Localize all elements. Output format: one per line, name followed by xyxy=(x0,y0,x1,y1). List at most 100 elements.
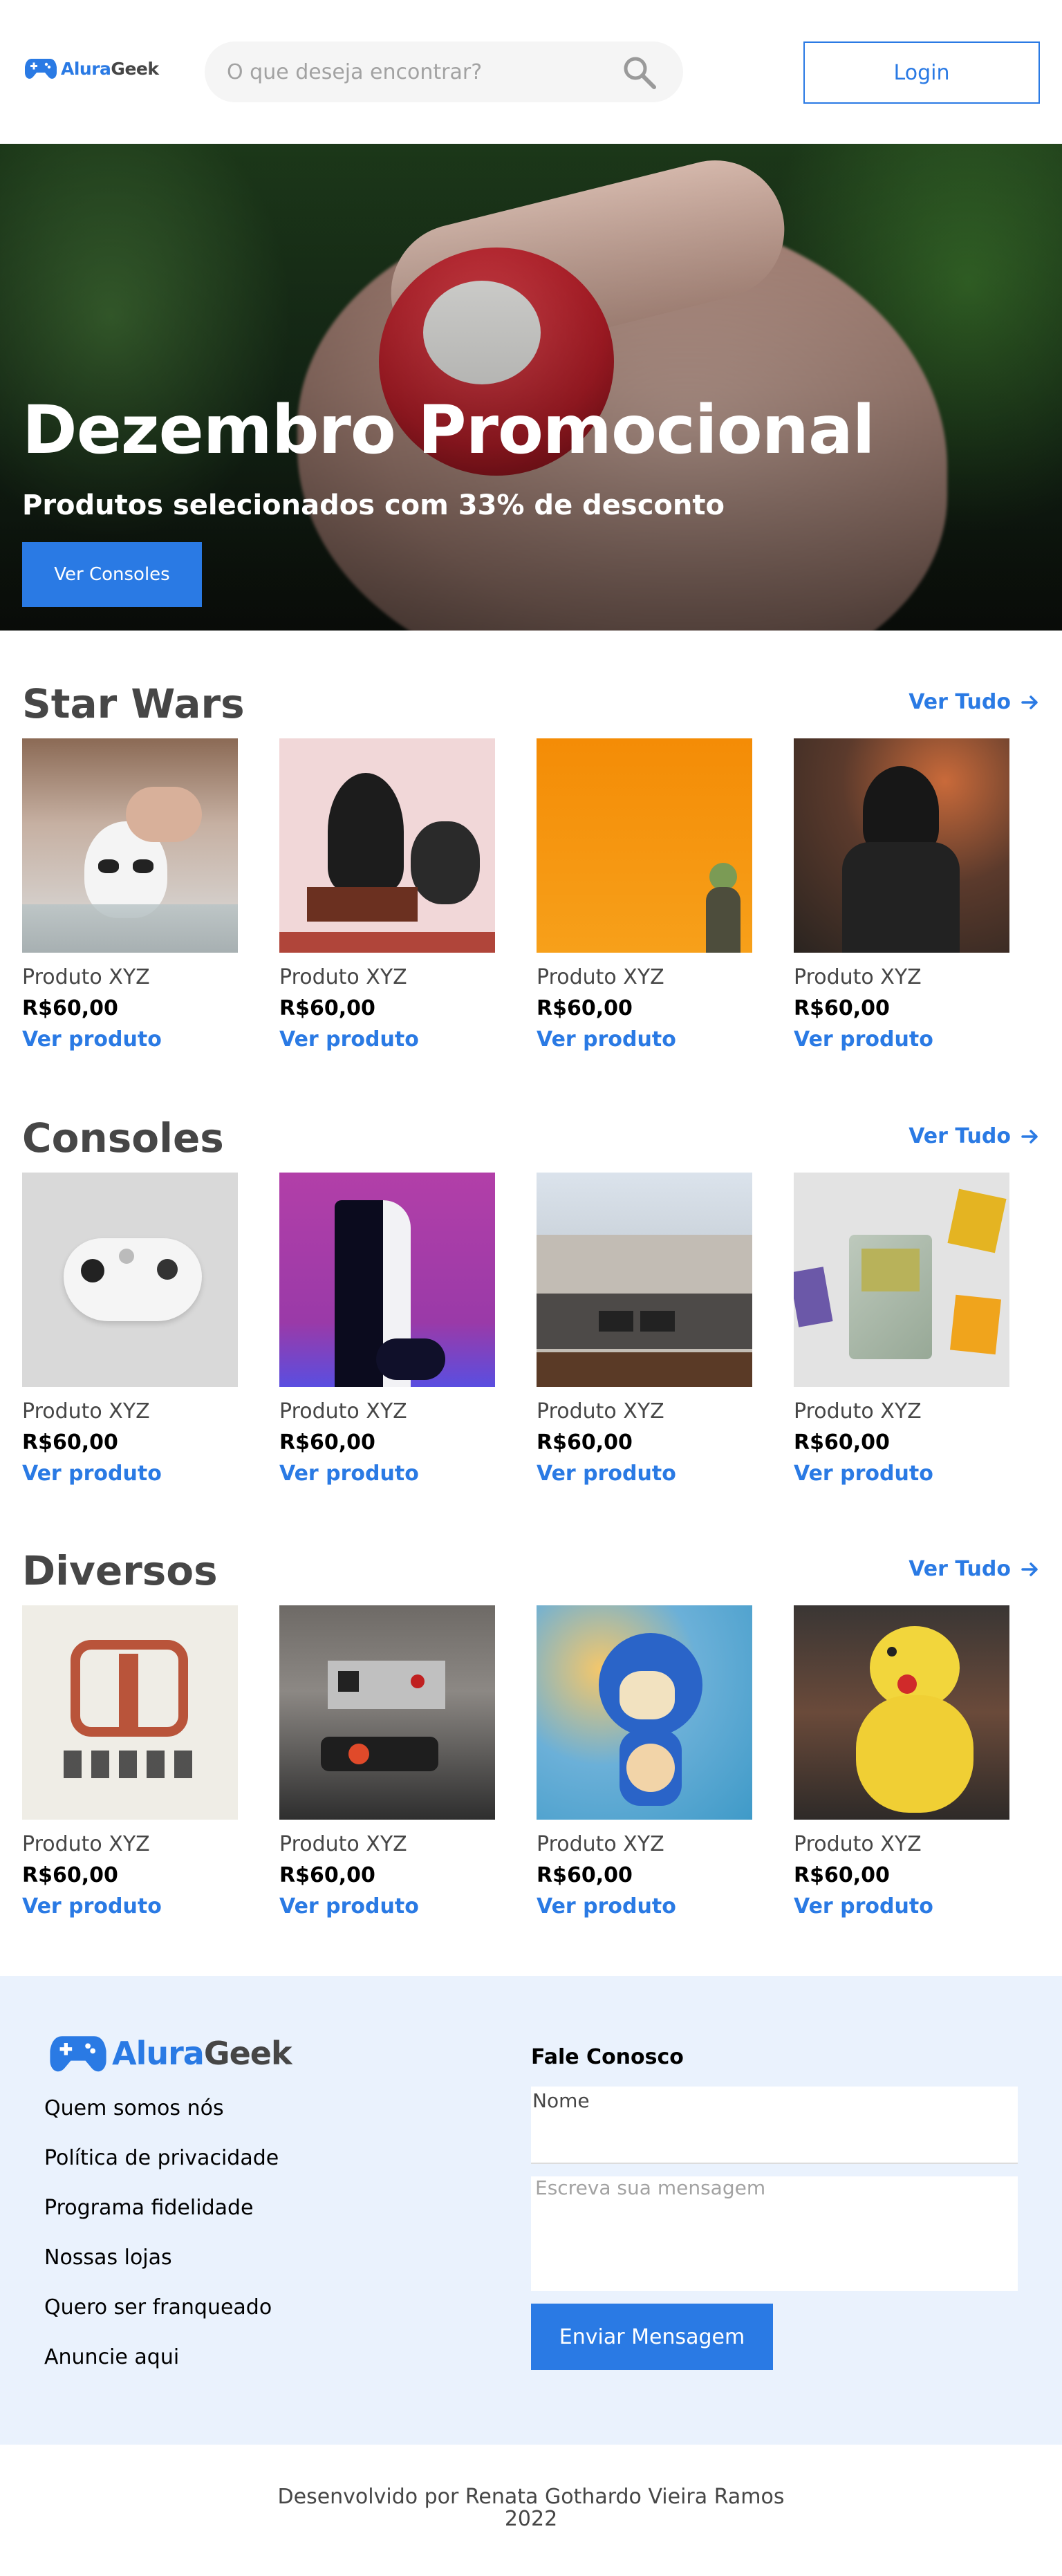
hero-cta-button[interactable]: Ver Consoles xyxy=(22,542,202,607)
product-card: Produto XYZ R$60,00 Ver produto xyxy=(794,738,1009,1052)
product-name: Produto XYZ xyxy=(279,965,407,989)
product-price: R$60,00 xyxy=(279,996,375,1020)
login-button[interactable]: Login xyxy=(803,41,1040,104)
product-name: Produto XYZ xyxy=(537,1832,664,1856)
product-card: Produto XYZ R$60,00 Ver produto xyxy=(22,1605,238,1919)
contact-message-field[interactable] xyxy=(531,2176,1018,2291)
gamepad-icon xyxy=(50,2036,106,2072)
arrow-right-icon xyxy=(1021,1129,1038,1144)
hero-banner: Dezembro Promocional Produtos selecionad… xyxy=(0,144,1062,631)
product-name: Produto XYZ xyxy=(22,1399,150,1424)
section-title: Consoles xyxy=(22,1114,224,1161)
product-image[interactable] xyxy=(279,1173,495,1387)
see-all-link[interactable]: Ver Tudo xyxy=(909,1124,1040,1148)
hero-subtitle: Produtos selecionados com 33% de descont… xyxy=(22,489,725,521)
view-product-link[interactable]: Ver produto xyxy=(537,1462,752,1486)
product-card: Produto XYZ R$60,00 Ver produto xyxy=(537,1605,752,1919)
product-price: R$60,00 xyxy=(537,996,633,1020)
view-product-link[interactable]: Ver produto xyxy=(279,1027,495,1052)
gamepad-icon xyxy=(25,59,57,79)
product-image[interactable] xyxy=(794,738,1009,953)
product-card: Produto XYZ R$60,00 Ver produto xyxy=(537,738,752,1052)
product-price: R$60,00 xyxy=(537,1863,633,1887)
product-image[interactable] xyxy=(537,738,752,953)
product-image[interactable] xyxy=(22,1605,238,1820)
product-name: Produto XYZ xyxy=(279,1399,407,1424)
product-image[interactable] xyxy=(22,738,238,953)
footer-links: Quem somos nós Política de privacidade P… xyxy=(44,2096,279,2395)
product-price: R$60,00 xyxy=(794,1863,890,1887)
send-message-button[interactable]: Enviar Mensagem xyxy=(531,2304,773,2370)
product-image[interactable] xyxy=(794,1173,1009,1387)
footer-link-privacy[interactable]: Política de privacidade xyxy=(44,2146,279,2196)
product-list: Produto XYZ R$60,00 Ver produto Produto … xyxy=(22,1173,1009,1486)
credits-year: 2022 xyxy=(504,2507,558,2531)
site-footer: AluraGeek Quem somos nós Política de pri… xyxy=(0,1976,1062,2445)
product-price: R$60,00 xyxy=(537,1430,633,1455)
product-card: Produto XYZ R$60,00 Ver produto xyxy=(22,738,238,1052)
footer-logo-text: AluraGeek xyxy=(112,2035,292,2072)
product-name: Produto XYZ xyxy=(537,965,664,989)
logo[interactable]: AluraGeek xyxy=(25,57,159,80)
see-all-link[interactable]: Ver Tudo xyxy=(909,690,1040,714)
section-title: Diversos xyxy=(22,1547,218,1594)
logo-text: AluraGeek xyxy=(61,58,159,79)
view-product-link[interactable]: Ver produto xyxy=(22,1462,238,1486)
view-product-link[interactable]: Ver produto xyxy=(794,1894,1009,1919)
product-card: Produto XYZ R$60,00 Ver produto xyxy=(537,1173,752,1486)
view-product-link[interactable]: Ver produto xyxy=(22,1894,238,1919)
product-image[interactable] xyxy=(537,1173,752,1387)
product-price: R$60,00 xyxy=(22,996,118,1020)
view-product-link[interactable]: Ver produto xyxy=(537,1894,752,1919)
view-product-link[interactable]: Ver produto xyxy=(22,1027,238,1052)
footer-link-advertise[interactable]: Anuncie aqui xyxy=(44,2345,279,2395)
product-image[interactable] xyxy=(279,738,495,953)
product-list: Produto XYZ R$60,00 Ver produto Produto … xyxy=(22,738,1009,1052)
search-icon[interactable] xyxy=(621,54,658,91)
view-product-link[interactable]: Ver produto xyxy=(537,1027,752,1052)
footer-link-stores[interactable]: Nossas lojas xyxy=(44,2246,279,2295)
product-image[interactable] xyxy=(279,1605,495,1820)
contact-name-field[interactable] xyxy=(531,2087,1018,2164)
credits-author: Desenvolvido por Renata Gothardo Vieira … xyxy=(277,2485,785,2509)
product-image[interactable] xyxy=(537,1605,752,1820)
view-product-link[interactable]: Ver produto xyxy=(794,1027,1009,1052)
view-product-link[interactable]: Ver produto xyxy=(794,1462,1009,1486)
product-name: Produto XYZ xyxy=(22,965,150,989)
product-list: Produto XYZ R$60,00 Ver produto Produto … xyxy=(22,1605,1009,1919)
product-price: R$60,00 xyxy=(279,1863,375,1887)
product-name: Produto XYZ xyxy=(794,1832,922,1856)
section-title: Star Wars xyxy=(22,680,245,727)
product-name: Produto XYZ xyxy=(794,965,922,989)
view-product-link[interactable]: Ver produto xyxy=(279,1894,495,1919)
product-name: Produto XYZ xyxy=(279,1832,407,1856)
product-price: R$60,00 xyxy=(279,1430,375,1455)
hero-title: Dezembro Promocional xyxy=(22,391,875,469)
contact-name-label: Nome xyxy=(532,2089,590,2112)
product-name: Produto XYZ xyxy=(794,1399,922,1424)
see-all-link[interactable]: Ver Tudo xyxy=(909,1557,1040,1581)
product-card: Produto XYZ R$60,00 Ver produto xyxy=(279,1173,495,1486)
product-card: Produto XYZ R$60,00 Ver produto xyxy=(794,1173,1009,1486)
product-image[interactable] xyxy=(22,1173,238,1387)
search-input[interactable] xyxy=(227,41,614,102)
see-all-label: Ver Tudo xyxy=(909,1124,1011,1148)
site-header: AluraGeek Login xyxy=(0,0,1062,144)
footer-logo[interactable]: AluraGeek xyxy=(50,2033,292,2074)
see-all-label: Ver Tudo xyxy=(909,690,1011,714)
footer-link-franchise[interactable]: Quero ser franqueado xyxy=(44,2295,279,2345)
product-name: Produto XYZ xyxy=(22,1832,150,1856)
product-card: Produto XYZ R$60,00 Ver produto xyxy=(22,1173,238,1486)
product-name: Produto XYZ xyxy=(537,1399,664,1424)
see-all-label: Ver Tudo xyxy=(909,1557,1011,1581)
product-image[interactable] xyxy=(794,1605,1009,1820)
product-price: R$60,00 xyxy=(794,1430,890,1455)
search-bar xyxy=(205,41,683,102)
view-product-link[interactable]: Ver produto xyxy=(279,1462,495,1486)
contact-form-title: Fale Conosco xyxy=(531,2045,684,2069)
arrow-right-icon xyxy=(1021,695,1038,709)
footer-link-about[interactable]: Quem somos nós xyxy=(44,2096,279,2146)
product-card: Produto XYZ R$60,00 Ver produto xyxy=(279,1605,495,1919)
arrow-right-icon xyxy=(1021,1562,1038,1576)
footer-link-loyalty[interactable]: Programa fidelidade xyxy=(44,2196,279,2246)
